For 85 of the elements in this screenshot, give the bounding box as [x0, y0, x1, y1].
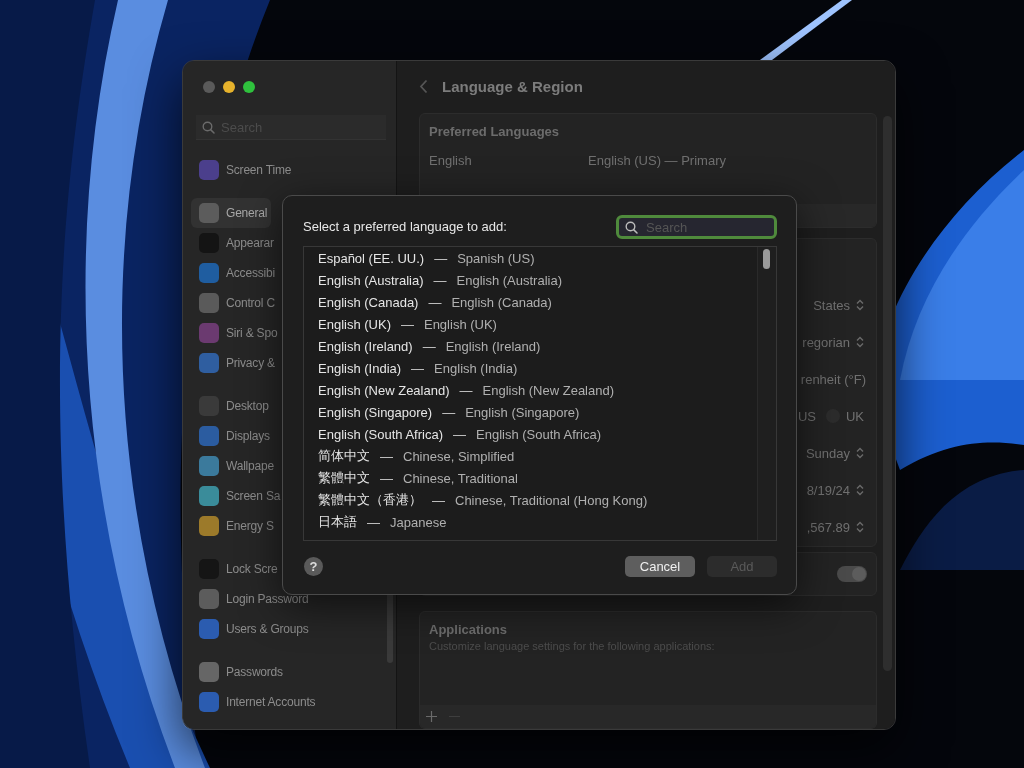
language-translation[interactable]: English (Canada)	[451, 294, 552, 310]
language-name[interactable]: English (Ireland)	[318, 338, 413, 354]
language-name[interactable]: 日本語	[318, 513, 357, 531]
stepper-icon[interactable]	[856, 447, 864, 460]
language-translation[interactable]: English (India)	[434, 360, 518, 376]
language-name[interactable]: English (UK)	[318, 316, 391, 332]
sidebar-item[interactable]: Users & Groups	[191, 614, 313, 644]
popup-value[interactable]: regorian	[802, 334, 850, 350]
dash-separator: —	[434, 250, 448, 266]
stepper-icon[interactable]	[856, 299, 864, 312]
language-name[interactable]: English (Australia)	[318, 272, 424, 288]
language-name[interactable]: English (India)	[318, 360, 402, 376]
sidebar-item[interactable]: Wallpape	[191, 451, 278, 481]
sidebar-item[interactable]: Accessibi	[191, 258, 279, 288]
popup-value[interactable]: States	[813, 297, 850, 313]
dash-separator: —	[400, 316, 414, 332]
language-translation[interactable]: Chinese, Simplified	[403, 448, 515, 464]
language-detail: English (US) — Primary	[588, 152, 726, 168]
language-translation[interactable]: Chinese, Traditional (Hong Kong)	[455, 492, 648, 508]
dash-separator: —	[380, 448, 393, 464]
section-heading: Applications	[428, 621, 508, 638]
language-translation[interactable]: English (New Zealand)	[482, 382, 615, 398]
stepper-icon[interactable]	[856, 521, 864, 534]
help-button[interactable]: ?	[304, 556, 323, 576]
sidebar-item[interactable]: Control C	[191, 288, 279, 318]
stepper-icon[interactable]	[856, 484, 864, 497]
section-heading: Preferred Languages	[428, 122, 561, 139]
setting-value: renheit (°F)	[800, 371, 866, 387]
language-name[interactable]: English (New Zealand)	[318, 382, 450, 398]
language-name[interactable]: 繁體中文	[318, 469, 370, 487]
sidebar-item[interactable]: Privacy &	[191, 348, 279, 378]
dash-separator: —	[453, 426, 466, 442]
language-translation[interactable]: English (Singapore)	[465, 404, 580, 420]
sidebar-item[interactable]: Desktop	[191, 391, 273, 421]
sidebar-item[interactable]: Siri & Spo	[191, 318, 282, 348]
language-name[interactable]: English (Canada)	[318, 294, 419, 310]
dash-separator: —	[411, 360, 425, 376]
dash-separator: —	[367, 514, 380, 530]
language-name: English	[429, 152, 473, 168]
language-name[interactable]: English (South Africa)	[318, 426, 443, 442]
popup-value[interactable]: 8/19/24	[806, 482, 850, 498]
language-translation[interactable]: English (UK)	[423, 316, 497, 332]
sidebar-item[interactable]: Displays	[191, 421, 274, 451]
minimize-dot-icon[interactable]	[223, 81, 235, 93]
sidebar-item[interactable]: Internet Accounts	[191, 687, 320, 717]
dialog-button[interactable]: Cancel	[625, 555, 695, 577]
language-translation[interactable]: Japanese	[390, 514, 447, 530]
dash-separator: —	[422, 338, 436, 354]
page-title: Language & Region	[442, 78, 583, 96]
sidebar-item[interactable]: Appearar	[191, 228, 278, 258]
dash-separator: —	[433, 272, 447, 288]
popup-value[interactable]: ,567.89	[806, 519, 850, 535]
scrollbar-thumb[interactable]	[763, 249, 770, 269]
language-name[interactable]: 简体中文	[318, 447, 370, 465]
plus-icon[interactable]	[426, 710, 437, 722]
popup-value[interactable]: Sunday	[805, 445, 850, 461]
dash-separator: —	[459, 382, 473, 398]
dash-separator: —	[432, 492, 445, 508]
sidebar-item[interactable]: Screen Sa	[191, 481, 285, 511]
language-name[interactable]: 繁體中文（香港）	[318, 491, 422, 509]
sidebar-item[interactable]: Screen Time	[191, 155, 296, 185]
stepper-icon[interactable]	[856, 336, 864, 349]
close-dot-icon[interactable]	[203, 81, 215, 93]
sidebar-item[interactable]: Lock Scre	[191, 554, 282, 584]
back-chevron-icon[interactable]	[419, 79, 428, 95]
language-name[interactable]: Español (EE. UU.)	[318, 250, 425, 266]
search-icon	[625, 221, 638, 234]
language-translation[interactable]: Chinese, Traditional	[403, 470, 518, 486]
language-translation[interactable]: English (South Africa)	[476, 426, 602, 442]
zoom-dot-icon[interactable]	[243, 81, 255, 93]
sidebar-item[interactable]: Login Password	[191, 584, 313, 614]
sidebar-item[interactable]: Passwords	[191, 657, 287, 687]
dash-separator: —	[442, 404, 456, 420]
language-translation[interactable]: English (Australia)	[456, 272, 562, 288]
radio-label[interactable]: UK	[845, 408, 864, 424]
language-translation[interactable]: Spanish (US)	[457, 250, 535, 266]
language-translation[interactable]: English (Ireland)	[445, 338, 541, 354]
dialog-prompt: Select a preferred language to add:	[303, 218, 507, 236]
language-name[interactable]: English (Singapore)	[318, 404, 433, 420]
search-icon	[202, 121, 215, 134]
sidebar-item[interactable]: Energy S	[191, 511, 278, 541]
dash-separator: —	[380, 470, 393, 486]
toggle-switch[interactable]	[837, 566, 867, 583]
sidebar-item[interactable]: General	[191, 198, 272, 228]
dash-separator: —	[428, 294, 442, 310]
